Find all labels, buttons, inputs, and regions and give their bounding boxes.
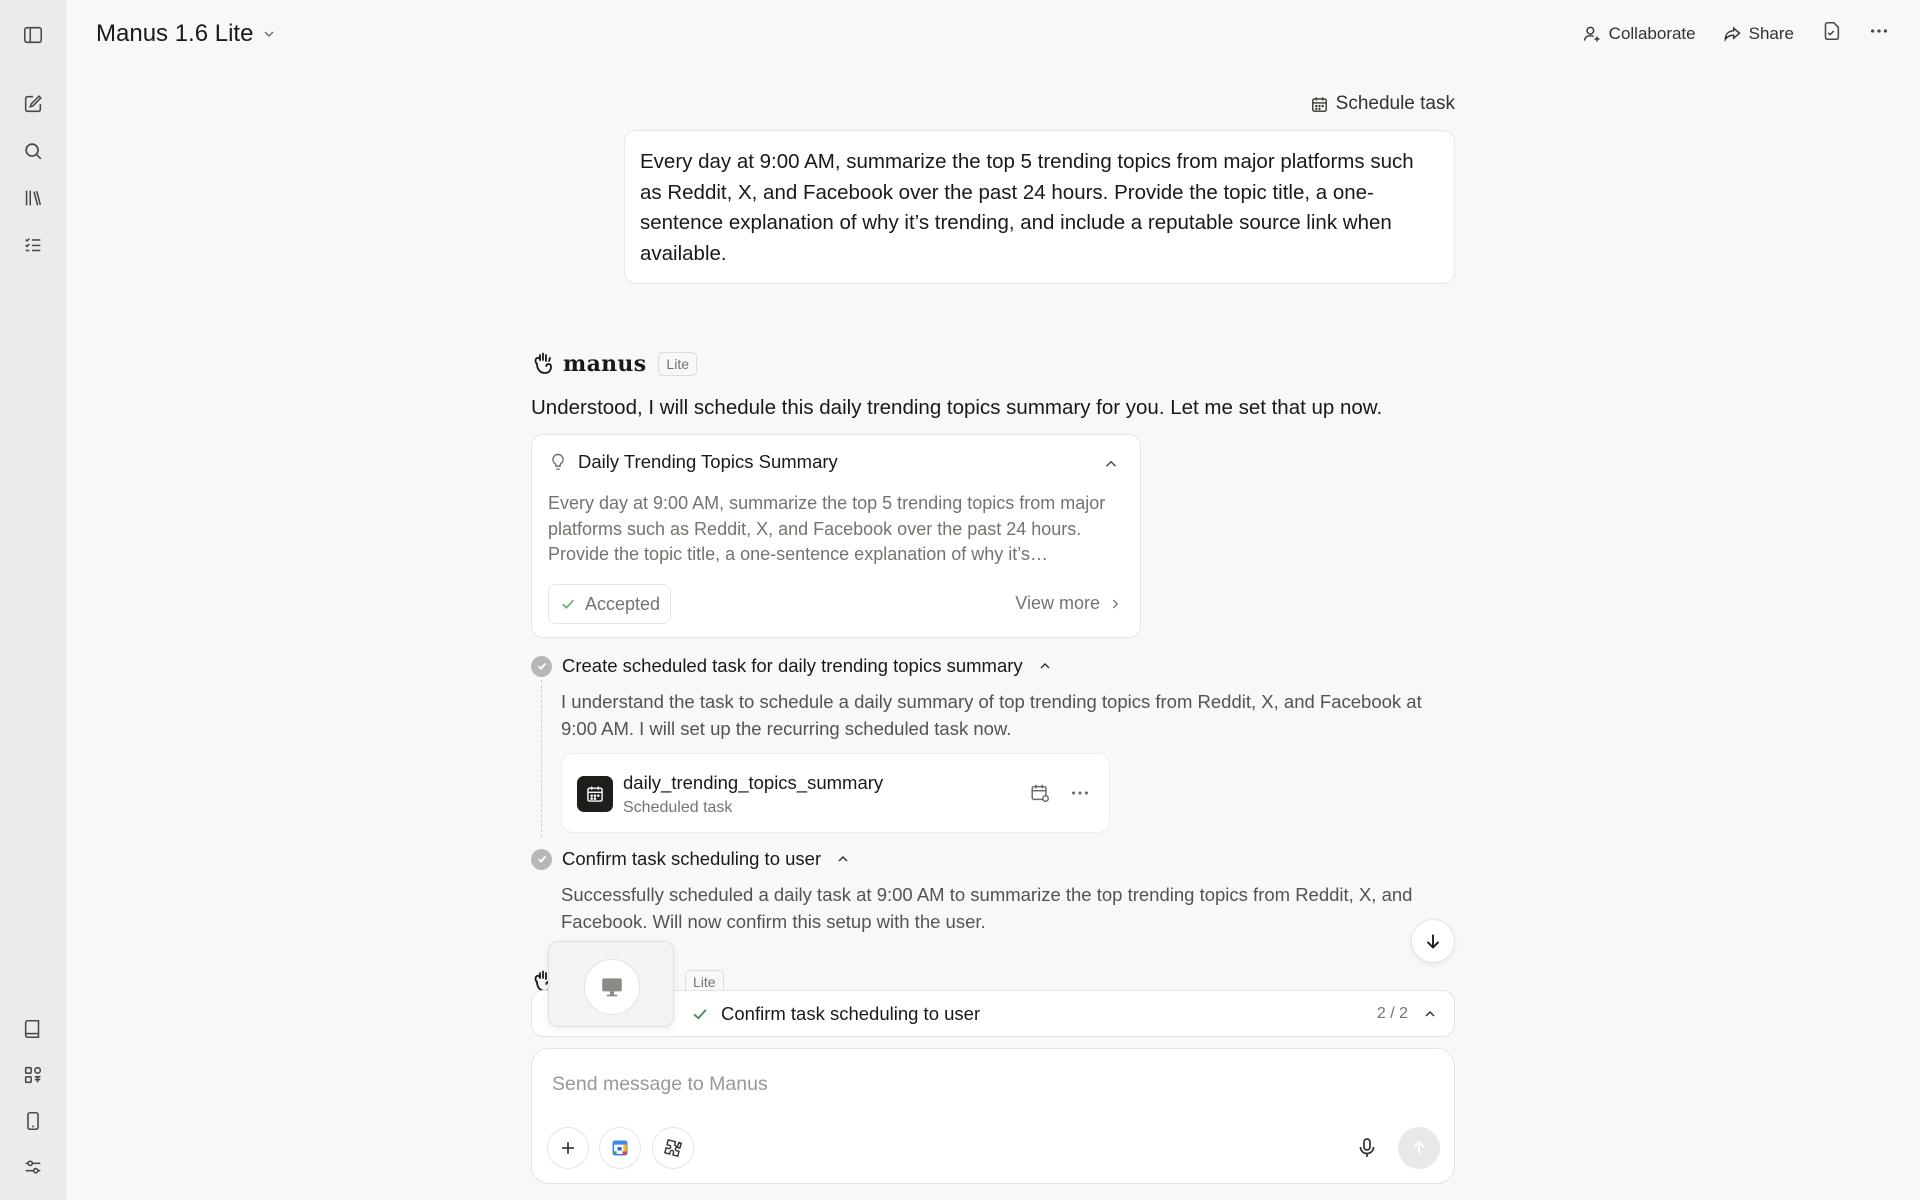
user-message: Every day at 9:00 AM, summarize the top … — [624, 130, 1455, 284]
chevron-up-icon — [1040, 662, 1050, 669]
manus-logo-icon — [534, 352, 552, 374]
scheduled-task-card[interactable]: daily_trending_topics_summary Scheduled … — [561, 753, 1110, 833]
add-user-icon — [1583, 26, 1600, 41]
arrow-down-icon — [1426, 934, 1440, 949]
task-card[interactable]: Daily Trending Topics Summary Every day … — [531, 434, 1141, 638]
new-task-icon[interactable] — [19, 90, 47, 118]
collaborate-label: Collaborate — [1608, 23, 1696, 43]
model-label: Manus 1.6 Lite — [96, 20, 254, 47]
search-icon[interactable] — [19, 137, 47, 165]
message-composer — [531, 1048, 1455, 1184]
assistant-reply: Understood, I will schedule this daily t… — [531, 396, 1383, 419]
message-input[interactable] — [552, 1069, 1412, 1099]
sidebar-toggle-icon[interactable] — [19, 21, 47, 49]
book-icon[interactable] — [19, 1015, 47, 1043]
view-more-link[interactable]: View more — [1015, 593, 1122, 614]
step-text: I understand the task to schedule a dail… — [561, 691, 1422, 739]
model-selector[interactable]: Manus 1.6 Lite — [96, 20, 277, 48]
library-icon[interactable] — [19, 184, 47, 212]
check-icon — [562, 599, 574, 609]
monitor-icon — [602, 978, 622, 997]
calendar-settings-icon[interactable] — [1029, 782, 1051, 804]
share-label: Share — [1748, 23, 1794, 43]
connectors-button[interactable] — [652, 1127, 694, 1169]
send-button[interactable] — [1398, 1127, 1440, 1169]
accepted-badge: Accepted — [548, 584, 672, 624]
chevron-up-icon[interactable] — [1422, 1006, 1438, 1022]
step-header[interactable]: Create scheduled task for daily trending… — [531, 655, 1053, 677]
share-button[interactable]: Share — [1722, 24, 1794, 44]
step-text: Successfully scheduled a daily task at 9… — [561, 884, 1413, 932]
plus-icon — [562, 1142, 574, 1154]
arrow-up-icon — [1413, 1140, 1425, 1154]
more-options-icon[interactable] — [1868, 20, 1890, 47]
check-icon — [693, 1009, 707, 1020]
chevron-up-icon — [838, 855, 848, 862]
assistant-name: manus — [563, 351, 647, 377]
schedule-task-label: Schedule task — [1310, 93, 1455, 115]
scheduled-task-name: daily_trending_topics_summary — [623, 772, 884, 793]
step-complete-icon — [531, 848, 552, 870]
task-card-title: Daily Trending Topics Summary — [578, 451, 838, 472]
step-connector — [541, 680, 542, 837]
computer-preview[interactable] — [548, 941, 674, 1027]
apps-icon[interactable] — [19, 1061, 47, 1089]
step-title: Create scheduled task for daily trending… — [562, 655, 1023, 676]
calendar-icon — [1311, 96, 1327, 112]
share-icon — [1724, 26, 1741, 42]
sidebar — [0, 0, 66, 1200]
plan-badge: Lite — [658, 352, 697, 376]
schedule-task-text: Schedule task — [1335, 93, 1455, 114]
google-calendar-button[interactable] — [599, 1127, 641, 1169]
files-icon[interactable] — [1820, 20, 1842, 47]
lightbulb-icon — [552, 453, 564, 470]
google-calendar-icon — [612, 1140, 628, 1156]
task-card-description: Every day at 9:00 AM, summarize the top … — [548, 493, 1106, 564]
chevron-right-icon — [1112, 598, 1119, 609]
mobile-icon[interactable] — [19, 1107, 47, 1135]
chevron-down-icon — [264, 31, 274, 37]
collaborate-button[interactable]: Collaborate — [1582, 24, 1696, 44]
accepted-label: Accepted — [585, 593, 661, 614]
step-header[interactable]: Confirm task scheduling to user — [531, 848, 851, 870]
assistant-header: manus Lite — [531, 350, 697, 378]
scheduled-task-type: Scheduled task — [623, 799, 733, 816]
calendar-icon — [577, 776, 613, 812]
scroll-to-bottom-button[interactable] — [1411, 919, 1455, 963]
microphone-icon[interactable] — [1355, 1136, 1379, 1160]
view-more-label: View more — [1015, 593, 1100, 613]
computer-button[interactable] — [584, 959, 640, 1015]
tasks-icon[interactable] — [19, 231, 47, 259]
top-bar: Manus 1.6 Lite Collaborate Share — [66, 0, 1920, 70]
connectors-icon — [663, 1138, 683, 1158]
progress-step-title: Confirm task scheduling to user — [721, 1003, 981, 1024]
step-complete-icon — [531, 655, 552, 677]
chevron-up-icon[interactable] — [1102, 455, 1120, 473]
settings-icon[interactable] — [19, 1153, 47, 1181]
more-options-icon[interactable] — [1069, 782, 1091, 804]
add-button[interactable] — [547, 1127, 589, 1169]
progress-count: 2 / 2 — [1376, 1005, 1408, 1022]
step-title: Confirm task scheduling to user — [562, 848, 822, 869]
